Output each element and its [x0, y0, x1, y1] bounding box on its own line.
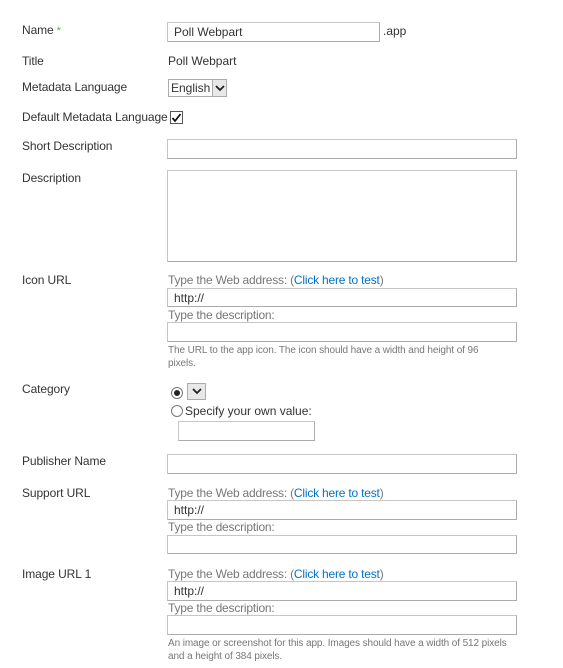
image-url-1-description-label: Type the description: — [168, 601, 275, 615]
support-url-address-suffix: ) — [379, 486, 384, 500]
metadata-language-select[interactable]: English — [168, 79, 227, 97]
image-url-1-test-link[interactable]: Click here to test — [294, 567, 380, 581]
icon-url-description-label: Type the description: — [168, 308, 275, 322]
icon-url-address-suffix: ) — [379, 273, 384, 287]
category-select[interactable] — [187, 383, 206, 400]
description-label: Description — [22, 171, 81, 185]
radio-dot-icon — [174, 390, 180, 396]
support-url-description-input[interactable] — [167, 535, 517, 554]
image-url-1-label: Image URL 1 — [22, 567, 92, 581]
title-label: Title — [22, 54, 44, 68]
publisher-name-input[interactable] — [167, 454, 517, 474]
metadata-language-label: Metadata Language — [22, 80, 128, 94]
image-url-1-description-input[interactable] — [167, 615, 517, 635]
icon-url-test-link[interactable]: Click here to test — [294, 273, 380, 287]
name-suffix: .app — [383, 24, 407, 38]
support-url-input[interactable] — [167, 500, 517, 520]
category-choice-radio[interactable] — [171, 387, 183, 399]
image-url-1-address-prefix: Type the Web address: ( — [168, 567, 294, 581]
category-own-value-label: Specify your own value: — [185, 404, 312, 418]
image-url-1-note: An image or screenshot for this app. Ima… — [168, 638, 507, 662]
image-url-1-address-suffix: ) — [379, 567, 384, 581]
support-url-label: Support URL — [22, 486, 91, 500]
required-marker: * — [56, 25, 61, 37]
support-url-address-prefix: Type the Web address: ( — [168, 486, 294, 500]
default-metadata-language-checkbox[interactable] — [170, 111, 183, 124]
support-url-description-label: Type the description: — [168, 520, 275, 534]
support-url-address-hint: Type the Web address: (Click here to tes… — [168, 486, 384, 500]
checkmark-icon — [171, 112, 182, 122]
metadata-language-selected: English — [171, 81, 211, 95]
short-description-input[interactable] — [167, 139, 517, 159]
icon-url-label: Icon URL — [22, 273, 72, 287]
category-own-value-radio[interactable] — [171, 405, 183, 417]
chevron-down-icon — [188, 384, 205, 399]
icon-url-note: The URL to the app icon. The icon should… — [168, 345, 479, 369]
short-description-label: Short Description — [22, 139, 113, 153]
name-label: Name * — [22, 23, 61, 37]
support-url-test-link[interactable]: Click here to test — [294, 486, 380, 500]
category-own-value-input[interactable] — [178, 421, 315, 441]
image-url-1-input[interactable] — [167, 581, 517, 601]
default-metadata-language-label: Default Metadata Language — [22, 110, 168, 124]
title-value: Poll Webpart — [168, 54, 237, 68]
icon-url-description-input[interactable] — [167, 322, 517, 342]
chevron-down-icon — [212, 80, 226, 96]
description-textarea[interactable] — [167, 170, 517, 262]
publisher-name-label: Publisher Name — [22, 454, 106, 468]
icon-url-address-prefix: Type the Web address: ( — [168, 273, 294, 287]
image-url-1-address-hint: Type the Web address: (Click here to tes… — [168, 567, 384, 581]
category-label: Category — [22, 382, 70, 396]
icon-url-address-hint: Type the Web address: (Click here to tes… — [168, 273, 384, 287]
name-input[interactable] — [167, 22, 380, 42]
name-label-text: Name — [22, 23, 54, 37]
icon-url-input[interactable] — [167, 288, 517, 307]
